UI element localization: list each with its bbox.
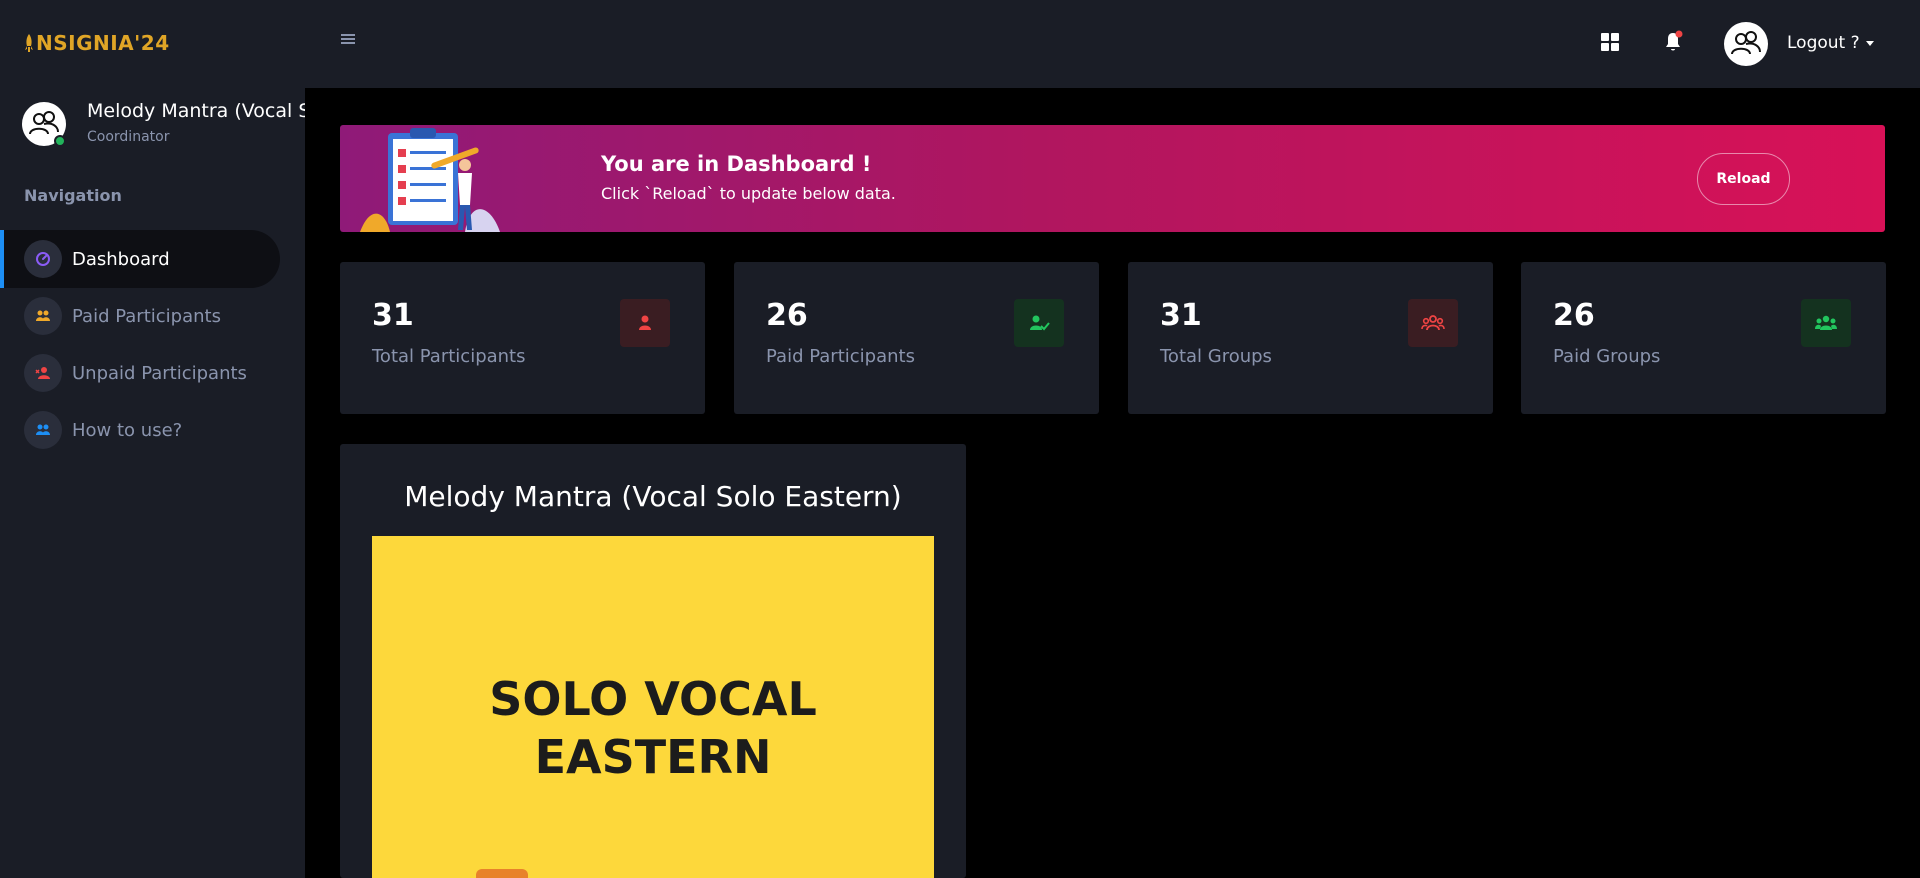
user-profile: Melody Mantra (Vocal Solo Eastern) Coord… <box>22 100 305 150</box>
profile-role: Coordinator <box>87 129 170 145</box>
user-icon <box>620 299 670 347</box>
stat-label: Total Groups <box>1160 346 1272 367</box>
user-x-icon <box>24 354 62 392</box>
poster-line-2: EASTERN <box>534 730 772 784</box>
stat-label: Paid Participants <box>766 346 915 367</box>
sidebar-item-label: How to use? <box>72 419 183 441</box>
logout-dropdown[interactable]: Logout ? <box>1787 33 1874 53</box>
logo-text: NSIGNIA'24 <box>36 31 170 55</box>
nav-heading: Navigation <box>24 186 122 205</box>
app-logo[interactable]: NSIGNIA'24 <box>24 30 170 56</box>
stat-card-total-participants: 31 Total Participants <box>340 262 705 414</box>
dashboard-banner: You are in Dashboard ! Click `Reload` to… <box>340 125 1885 232</box>
users-icon <box>24 411 62 449</box>
event-title: Melody Mantra (Vocal Solo Eastern) <box>404 480 902 513</box>
stat-label: Paid Groups <box>1553 346 1661 367</box>
clipboard-illustration-icon <box>360 128 500 232</box>
user-check-icon <box>1014 299 1064 347</box>
grid-icon[interactable] <box>1601 33 1619 51</box>
top-bar: Logout ? <box>305 0 1920 88</box>
stat-label: Total Participants <box>372 346 526 367</box>
sidebar-item-how-to-use[interactable]: How to use? <box>0 401 280 459</box>
stat-card-total-groups: 31 Total Groups <box>1128 262 1493 414</box>
stat-value: 26 <box>1553 298 1595 333</box>
poster-line-1: SOLO VOCAL <box>489 672 817 726</box>
online-status-dot <box>54 135 66 147</box>
banner-subtitle: Click `Reload` to update below data. <box>601 184 896 203</box>
stat-card-paid-groups: 26 Paid Groups <box>1521 262 1886 414</box>
event-card: Melody Mantra (Vocal Solo Eastern) SOLO … <box>340 444 966 878</box>
users-icon <box>24 297 62 335</box>
stat-value: 31 <box>372 298 414 333</box>
event-poster: SOLO VOCAL EASTERN <box>372 536 934 878</box>
stat-card-paid-participants: 26 Paid Participants <box>734 262 1099 414</box>
sidebar-item-dashboard[interactable]: Dashboard <box>0 230 280 288</box>
stat-value: 31 <box>1160 298 1202 333</box>
users-avatar-icon <box>1731 31 1761 55</box>
chevron-down-icon <box>1865 40 1874 46</box>
bell-icon[interactable] <box>1661 30 1685 54</box>
sidebar-item-label: Paid Participants <box>72 305 221 327</box>
sidebar-item-paid-participants[interactable]: Paid Participants <box>0 287 280 345</box>
sidebar-item-label: Dashboard <box>72 248 170 270</box>
sidebar-item-label: Unpaid Participants <box>72 362 247 384</box>
poster-decoration <box>476 869 528 878</box>
poster-text: SOLO VOCAL EASTERN <box>372 670 934 786</box>
user-avatar[interactable] <box>1724 22 1768 66</box>
sidebar-item-unpaid-participants[interactable]: Unpaid Participants <box>0 344 280 402</box>
group-icon <box>1801 299 1851 347</box>
rocket-icon <box>25 34 33 52</box>
gauge-icon <box>24 240 62 278</box>
group-icon <box>1408 299 1458 347</box>
stat-value: 26 <box>766 298 808 333</box>
reload-button[interactable]: Reload <box>1697 153 1790 205</box>
hamburger-icon[interactable] <box>341 34 355 44</box>
logout-label: Logout ? <box>1787 33 1860 53</box>
profile-name: Melody Mantra (Vocal Solo Eastern) <box>87 100 305 122</box>
sidebar: NSIGNIA'24 Melody Mantra (Vocal Solo Eas… <box>0 0 305 878</box>
banner-title: You are in Dashboard ! <box>601 152 872 176</box>
